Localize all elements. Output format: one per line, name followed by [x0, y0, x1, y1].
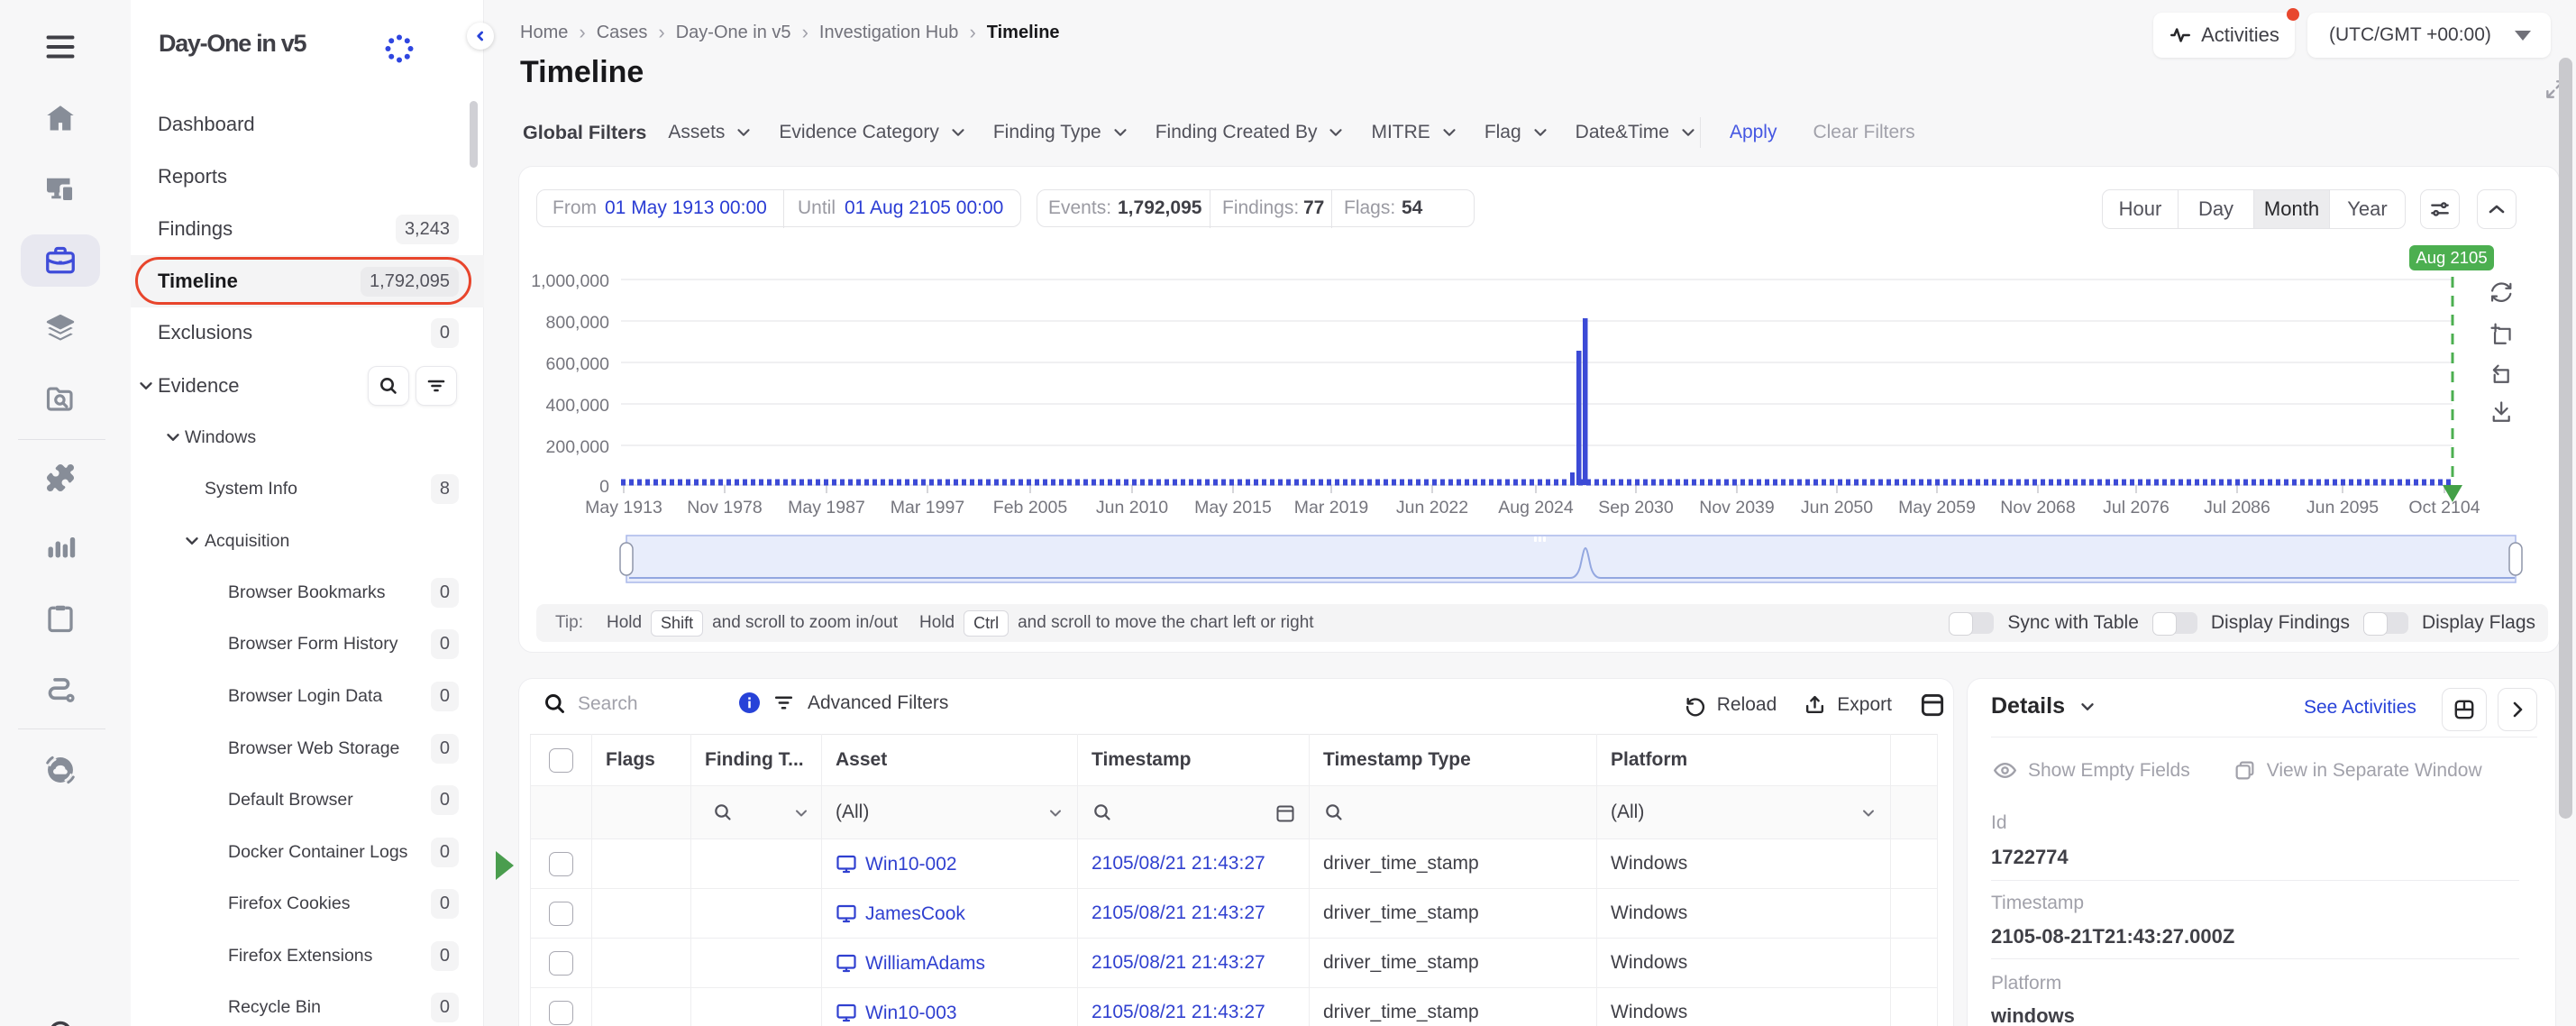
svg-text:Mar 1997: Mar 1997 — [891, 498, 964, 518]
svg-text:0: 0 — [599, 477, 609, 497]
svg-text:Mar 2019: Mar 2019 — [1294, 498, 1368, 518]
svg-text:600,000: 600,000 — [546, 354, 610, 374]
svg-text:May 2015: May 2015 — [1194, 498, 1272, 518]
svg-text:800,000: 800,000 — [546, 313, 610, 333]
svg-text:Jun 2050: Jun 2050 — [1801, 498, 1873, 518]
svg-text:Nov 1978: Nov 1978 — [687, 498, 762, 518]
svg-text:Jul 2076: Jul 2076 — [2103, 498, 2170, 518]
svg-text:Aug 2105: Aug 2105 — [2416, 248, 2487, 267]
svg-text:Jul 2086: Jul 2086 — [2204, 498, 2270, 518]
svg-text:Jun 2095: Jun 2095 — [2307, 498, 2379, 518]
svg-text:Feb 2005: Feb 2005 — [993, 498, 1068, 518]
svg-text:Sep 2030: Sep 2030 — [1598, 498, 1674, 518]
svg-text:Nov 2039: Nov 2039 — [1699, 498, 1774, 518]
svg-text:May 1987: May 1987 — [788, 498, 865, 518]
svg-text:May 1913: May 1913 — [585, 498, 662, 518]
svg-text:Oct 2104: Oct 2104 — [2408, 498, 2480, 518]
svg-text:200,000: 200,000 — [546, 437, 610, 457]
svg-text:1,000,000: 1,000,000 — [531, 271, 609, 291]
svg-text:400,000: 400,000 — [546, 396, 610, 416]
svg-text:Jun 2010: Jun 2010 — [1096, 498, 1168, 518]
svg-text:Jun 2022: Jun 2022 — [1396, 498, 1468, 518]
svg-text:Aug 2024: Aug 2024 — [1498, 498, 1574, 518]
svg-text:Nov 2068: Nov 2068 — [2000, 498, 2075, 518]
svg-text:May 2059: May 2059 — [1898, 498, 1976, 518]
